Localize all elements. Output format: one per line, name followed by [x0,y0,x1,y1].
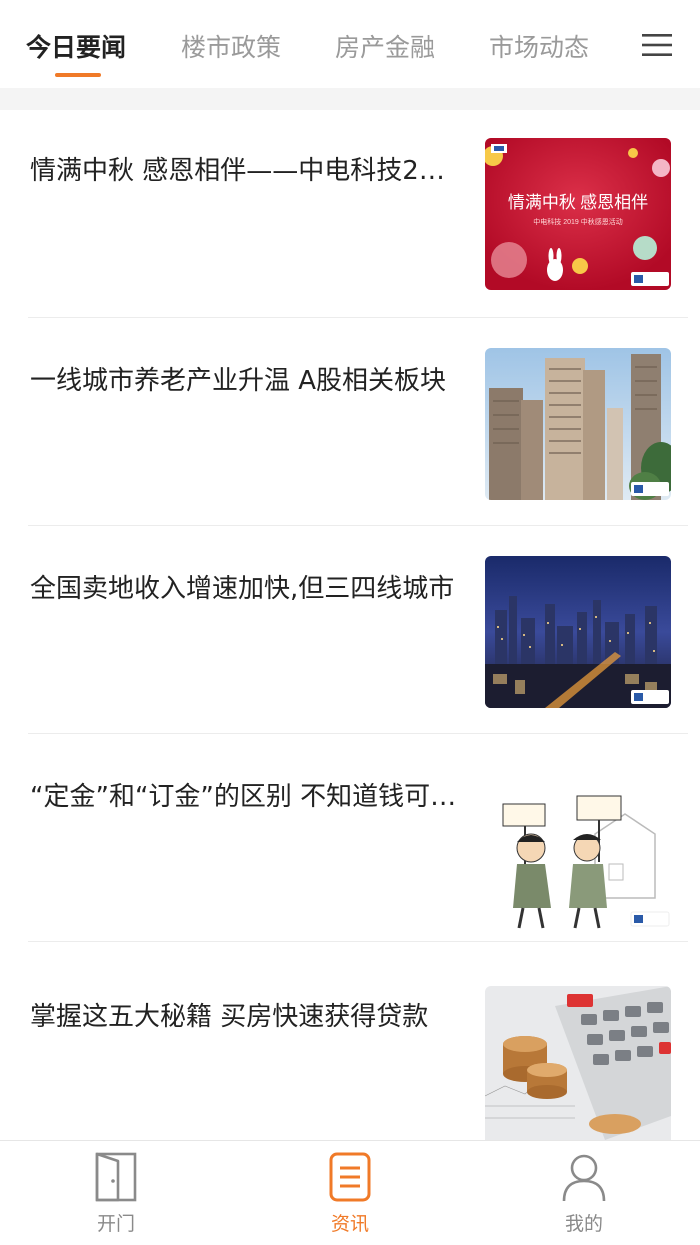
banner-title-text: 情满中秋 感恩相伴 [508,193,648,212]
bottom-navigation: 开门 资讯 我的 [0,1140,700,1245]
news-item[interactable]: 全国卖地收入增速加快,但三四线城市 [0,526,700,734]
active-tab-indicator [55,73,101,77]
news-document-icon [329,1152,371,1202]
news-title: 情满中秋 感恩相伴——中电科技2019中秋感恩活动 [30,156,458,186]
tab-today-news[interactable]: 今日要闻 [26,28,126,64]
news-item[interactable]: 情满中秋 感恩相伴——中电科技2019中秋感恩活动 情满中秋 感恩相伴 中 [0,110,700,318]
nav-profile-label: 我的 [564,1213,603,1235]
news-title: 全国卖地收入增速加快,但三四线城市 [30,574,455,604]
city-night-skyline-image [485,556,671,708]
nav-door[interactable]: 开门 [56,1141,176,1245]
calculator-coins-image [485,986,671,1140]
nav-news[interactable]: 资讯 [290,1141,410,1245]
news-title: 一线城市养老产业升温 A股相关板块 [30,366,447,396]
news-item[interactable]: 一线城市养老产业升温 A股相关板块 [0,318,700,526]
nav-news-label: 资讯 [330,1213,369,1235]
top-tab-bar: 今日要闻 楼市政策 房产金融 市场动态 [0,0,700,88]
news-title: “定金”和“订金”的区别 不知道钱可能就打水漂 [30,782,458,812]
banner-subtitle-text: 中电科技 2019 中秋感恩活动 [533,217,622,226]
header-separator [0,88,700,110]
news-item[interactable]: 掌握这五大秘籍 买房快速获得贷款 [0,942,700,1150]
news-title: 掌握这五大秘籍 买房快速获得贷款 [30,1002,429,1032]
user-profile-icon [562,1154,606,1202]
high-rise-buildings-image [485,348,671,500]
deposit-cartoon-image [485,778,671,930]
tab-real-estate-finance[interactable]: 房产金融 [335,28,435,64]
nav-profile[interactable]: 我的 [524,1141,644,1245]
tab-market-news[interactable]: 市场动态 [489,28,589,64]
mid-autumn-banner-image: 情满中秋 感恩相伴 中电科技 2019 中秋感恩活动 [485,138,671,290]
tab-property-policy[interactable]: 楼市政策 [181,28,281,64]
hamburger-menu-icon[interactable] [640,33,674,57]
news-item[interactable]: “定金”和“订金”的区别 不知道钱可能就打水漂 [0,734,700,942]
door-icon [95,1152,137,1202]
nav-door-label: 开门 [96,1213,135,1235]
